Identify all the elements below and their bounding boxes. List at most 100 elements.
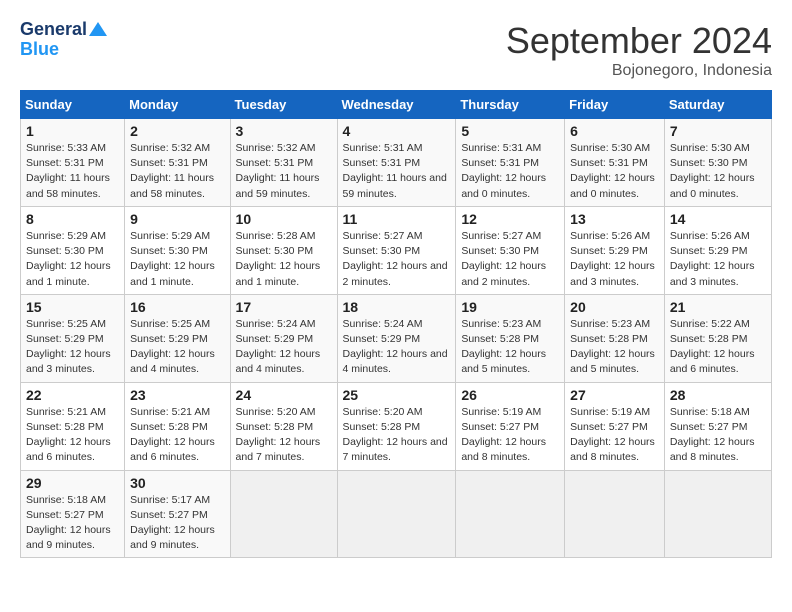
day-info: Sunrise: 5:28 AM Sunset: 5:30 PM Dayligh… xyxy=(236,230,321,288)
calendar-cell: 7 Sunrise: 5:30 AM Sunset: 5:30 PM Dayli… xyxy=(664,119,771,207)
day-info: Sunrise: 5:21 AM Sunset: 5:28 PM Dayligh… xyxy=(130,406,215,464)
calendar-cell: 16 Sunrise: 5:25 AM Sunset: 5:29 PM Dayl… xyxy=(125,294,230,382)
day-number: 5 xyxy=(461,123,559,139)
day-info: Sunrise: 5:19 AM Sunset: 5:27 PM Dayligh… xyxy=(570,406,655,464)
header-friday: Friday xyxy=(565,91,665,119)
calendar-cell: 17 Sunrise: 5:24 AM Sunset: 5:29 PM Dayl… xyxy=(230,294,337,382)
calendar-cell: 23 Sunrise: 5:21 AM Sunset: 5:28 PM Dayl… xyxy=(125,382,230,470)
calendar-cell: 6 Sunrise: 5:30 AM Sunset: 5:31 PM Dayli… xyxy=(565,119,665,207)
day-info: Sunrise: 5:32 AM Sunset: 5:31 PM Dayligh… xyxy=(130,142,214,200)
calendar-table: SundayMondayTuesdayWednesdayThursdayFrid… xyxy=(20,90,772,558)
calendar-cell xyxy=(337,470,456,558)
day-number: 19 xyxy=(461,299,559,315)
calendar-cell: 19 Sunrise: 5:23 AM Sunset: 5:28 PM Dayl… xyxy=(456,294,565,382)
calendar-cell: 13 Sunrise: 5:26 AM Sunset: 5:29 PM Dayl… xyxy=(565,206,665,294)
header-thursday: Thursday xyxy=(456,91,565,119)
day-info: Sunrise: 5:30 AM Sunset: 5:30 PM Dayligh… xyxy=(670,142,755,200)
day-info: Sunrise: 5:29 AM Sunset: 5:30 PM Dayligh… xyxy=(26,230,111,288)
header-sunday: Sunday xyxy=(21,91,125,119)
calendar-cell: 26 Sunrise: 5:19 AM Sunset: 5:27 PM Dayl… xyxy=(456,382,565,470)
day-number: 12 xyxy=(461,211,559,227)
logo-general: General xyxy=(20,20,107,40)
day-number: 15 xyxy=(26,299,119,315)
day-number: 8 xyxy=(26,211,119,227)
calendar-cell: 12 Sunrise: 5:27 AM Sunset: 5:30 PM Dayl… xyxy=(456,206,565,294)
main-title: September 2024 xyxy=(506,20,772,62)
day-info: Sunrise: 5:27 AM Sunset: 5:30 PM Dayligh… xyxy=(461,230,546,288)
day-number: 9 xyxy=(130,211,224,227)
day-number: 21 xyxy=(670,299,766,315)
day-number: 7 xyxy=(670,123,766,139)
logo: General Blue xyxy=(20,20,107,60)
calendar-cell: 11 Sunrise: 5:27 AM Sunset: 5:30 PM Dayl… xyxy=(337,206,456,294)
day-info: Sunrise: 5:25 AM Sunset: 5:29 PM Dayligh… xyxy=(130,318,215,376)
day-info: Sunrise: 5:26 AM Sunset: 5:29 PM Dayligh… xyxy=(570,230,655,288)
calendar-cell: 9 Sunrise: 5:29 AM Sunset: 5:30 PM Dayli… xyxy=(125,206,230,294)
day-info: Sunrise: 5:33 AM Sunset: 5:31 PM Dayligh… xyxy=(26,142,110,200)
calendar-cell: 30 Sunrise: 5:17 AM Sunset: 5:27 PM Dayl… xyxy=(125,470,230,558)
header-tuesday: Tuesday xyxy=(230,91,337,119)
calendar-week-5: 29 Sunrise: 5:18 AM Sunset: 5:27 PM Dayl… xyxy=(21,470,772,558)
subtitle: Bojonegoro, Indonesia xyxy=(506,62,772,80)
calendar-cell: 24 Sunrise: 5:20 AM Sunset: 5:28 PM Dayl… xyxy=(230,382,337,470)
day-info: Sunrise: 5:18 AM Sunset: 5:27 PM Dayligh… xyxy=(26,494,111,552)
header-monday: Monday xyxy=(125,91,230,119)
calendar-cell: 8 Sunrise: 5:29 AM Sunset: 5:30 PM Dayli… xyxy=(21,206,125,294)
day-info: Sunrise: 5:20 AM Sunset: 5:28 PM Dayligh… xyxy=(236,406,321,464)
day-number: 11 xyxy=(343,211,451,227)
calendar-cell: 15 Sunrise: 5:25 AM Sunset: 5:29 PM Dayl… xyxy=(21,294,125,382)
calendar-cell xyxy=(565,470,665,558)
day-info: Sunrise: 5:24 AM Sunset: 5:29 PM Dayligh… xyxy=(236,318,321,376)
calendar-week-2: 8 Sunrise: 5:29 AM Sunset: 5:30 PM Dayli… xyxy=(21,206,772,294)
day-number: 25 xyxy=(343,387,451,403)
calendar-cell: 3 Sunrise: 5:32 AM Sunset: 5:31 PM Dayli… xyxy=(230,119,337,207)
day-info: Sunrise: 5:17 AM Sunset: 5:27 PM Dayligh… xyxy=(130,494,215,552)
calendar-cell: 22 Sunrise: 5:21 AM Sunset: 5:28 PM Dayl… xyxy=(21,382,125,470)
day-info: Sunrise: 5:19 AM Sunset: 5:27 PM Dayligh… xyxy=(461,406,546,464)
day-number: 13 xyxy=(570,211,659,227)
calendar-cell: 1 Sunrise: 5:33 AM Sunset: 5:31 PM Dayli… xyxy=(21,119,125,207)
calendar-week-3: 15 Sunrise: 5:25 AM Sunset: 5:29 PM Dayl… xyxy=(21,294,772,382)
calendar-cell: 14 Sunrise: 5:26 AM Sunset: 5:29 PM Dayl… xyxy=(664,206,771,294)
calendar-week-4: 22 Sunrise: 5:21 AM Sunset: 5:28 PM Dayl… xyxy=(21,382,772,470)
day-number: 1 xyxy=(26,123,119,139)
calendar-cell: 29 Sunrise: 5:18 AM Sunset: 5:27 PM Dayl… xyxy=(21,470,125,558)
calendar-week-1: 1 Sunrise: 5:33 AM Sunset: 5:31 PM Dayli… xyxy=(21,119,772,207)
calendar-cell xyxy=(664,470,771,558)
header-wednesday: Wednesday xyxy=(337,91,456,119)
calendar-cell: 5 Sunrise: 5:31 AM Sunset: 5:31 PM Dayli… xyxy=(456,119,565,207)
logo-triangle-icon xyxy=(89,20,107,38)
day-number: 18 xyxy=(343,299,451,315)
day-info: Sunrise: 5:21 AM Sunset: 5:28 PM Dayligh… xyxy=(26,406,111,464)
calendar-cell: 25 Sunrise: 5:20 AM Sunset: 5:28 PM Dayl… xyxy=(337,382,456,470)
day-info: Sunrise: 5:26 AM Sunset: 5:29 PM Dayligh… xyxy=(670,230,755,288)
logo-blue-text: Blue xyxy=(20,40,107,60)
day-number: 22 xyxy=(26,387,119,403)
day-number: 17 xyxy=(236,299,332,315)
day-number: 24 xyxy=(236,387,332,403)
day-info: Sunrise: 5:29 AM Sunset: 5:30 PM Dayligh… xyxy=(130,230,215,288)
calendar-cell: 27 Sunrise: 5:19 AM Sunset: 5:27 PM Dayl… xyxy=(565,382,665,470)
day-number: 10 xyxy=(236,211,332,227)
day-info: Sunrise: 5:30 AM Sunset: 5:31 PM Dayligh… xyxy=(570,142,655,200)
day-info: Sunrise: 5:23 AM Sunset: 5:28 PM Dayligh… xyxy=(461,318,546,376)
day-number: 3 xyxy=(236,123,332,139)
day-info: Sunrise: 5:22 AM Sunset: 5:28 PM Dayligh… xyxy=(670,318,755,376)
day-number: 16 xyxy=(130,299,224,315)
day-number: 20 xyxy=(570,299,659,315)
page-header: General Blue September 2024 Bojonegoro, … xyxy=(20,20,772,80)
calendar-cell: 4 Sunrise: 5:31 AM Sunset: 5:31 PM Dayli… xyxy=(337,119,456,207)
day-number: 28 xyxy=(670,387,766,403)
day-info: Sunrise: 5:32 AM Sunset: 5:31 PM Dayligh… xyxy=(236,142,320,200)
calendar-cell: 18 Sunrise: 5:24 AM Sunset: 5:29 PM Dayl… xyxy=(337,294,456,382)
day-info: Sunrise: 5:31 AM Sunset: 5:31 PM Dayligh… xyxy=(461,142,546,200)
day-info: Sunrise: 5:20 AM Sunset: 5:28 PM Dayligh… xyxy=(343,406,448,464)
logo-general-text: General xyxy=(20,20,87,40)
day-number: 23 xyxy=(130,387,224,403)
calendar-cell xyxy=(456,470,565,558)
day-number: 29 xyxy=(26,475,119,491)
day-info: Sunrise: 5:18 AM Sunset: 5:27 PM Dayligh… xyxy=(670,406,755,464)
calendar-cell: 28 Sunrise: 5:18 AM Sunset: 5:27 PM Dayl… xyxy=(664,382,771,470)
day-number: 30 xyxy=(130,475,224,491)
header-saturday: Saturday xyxy=(664,91,771,119)
